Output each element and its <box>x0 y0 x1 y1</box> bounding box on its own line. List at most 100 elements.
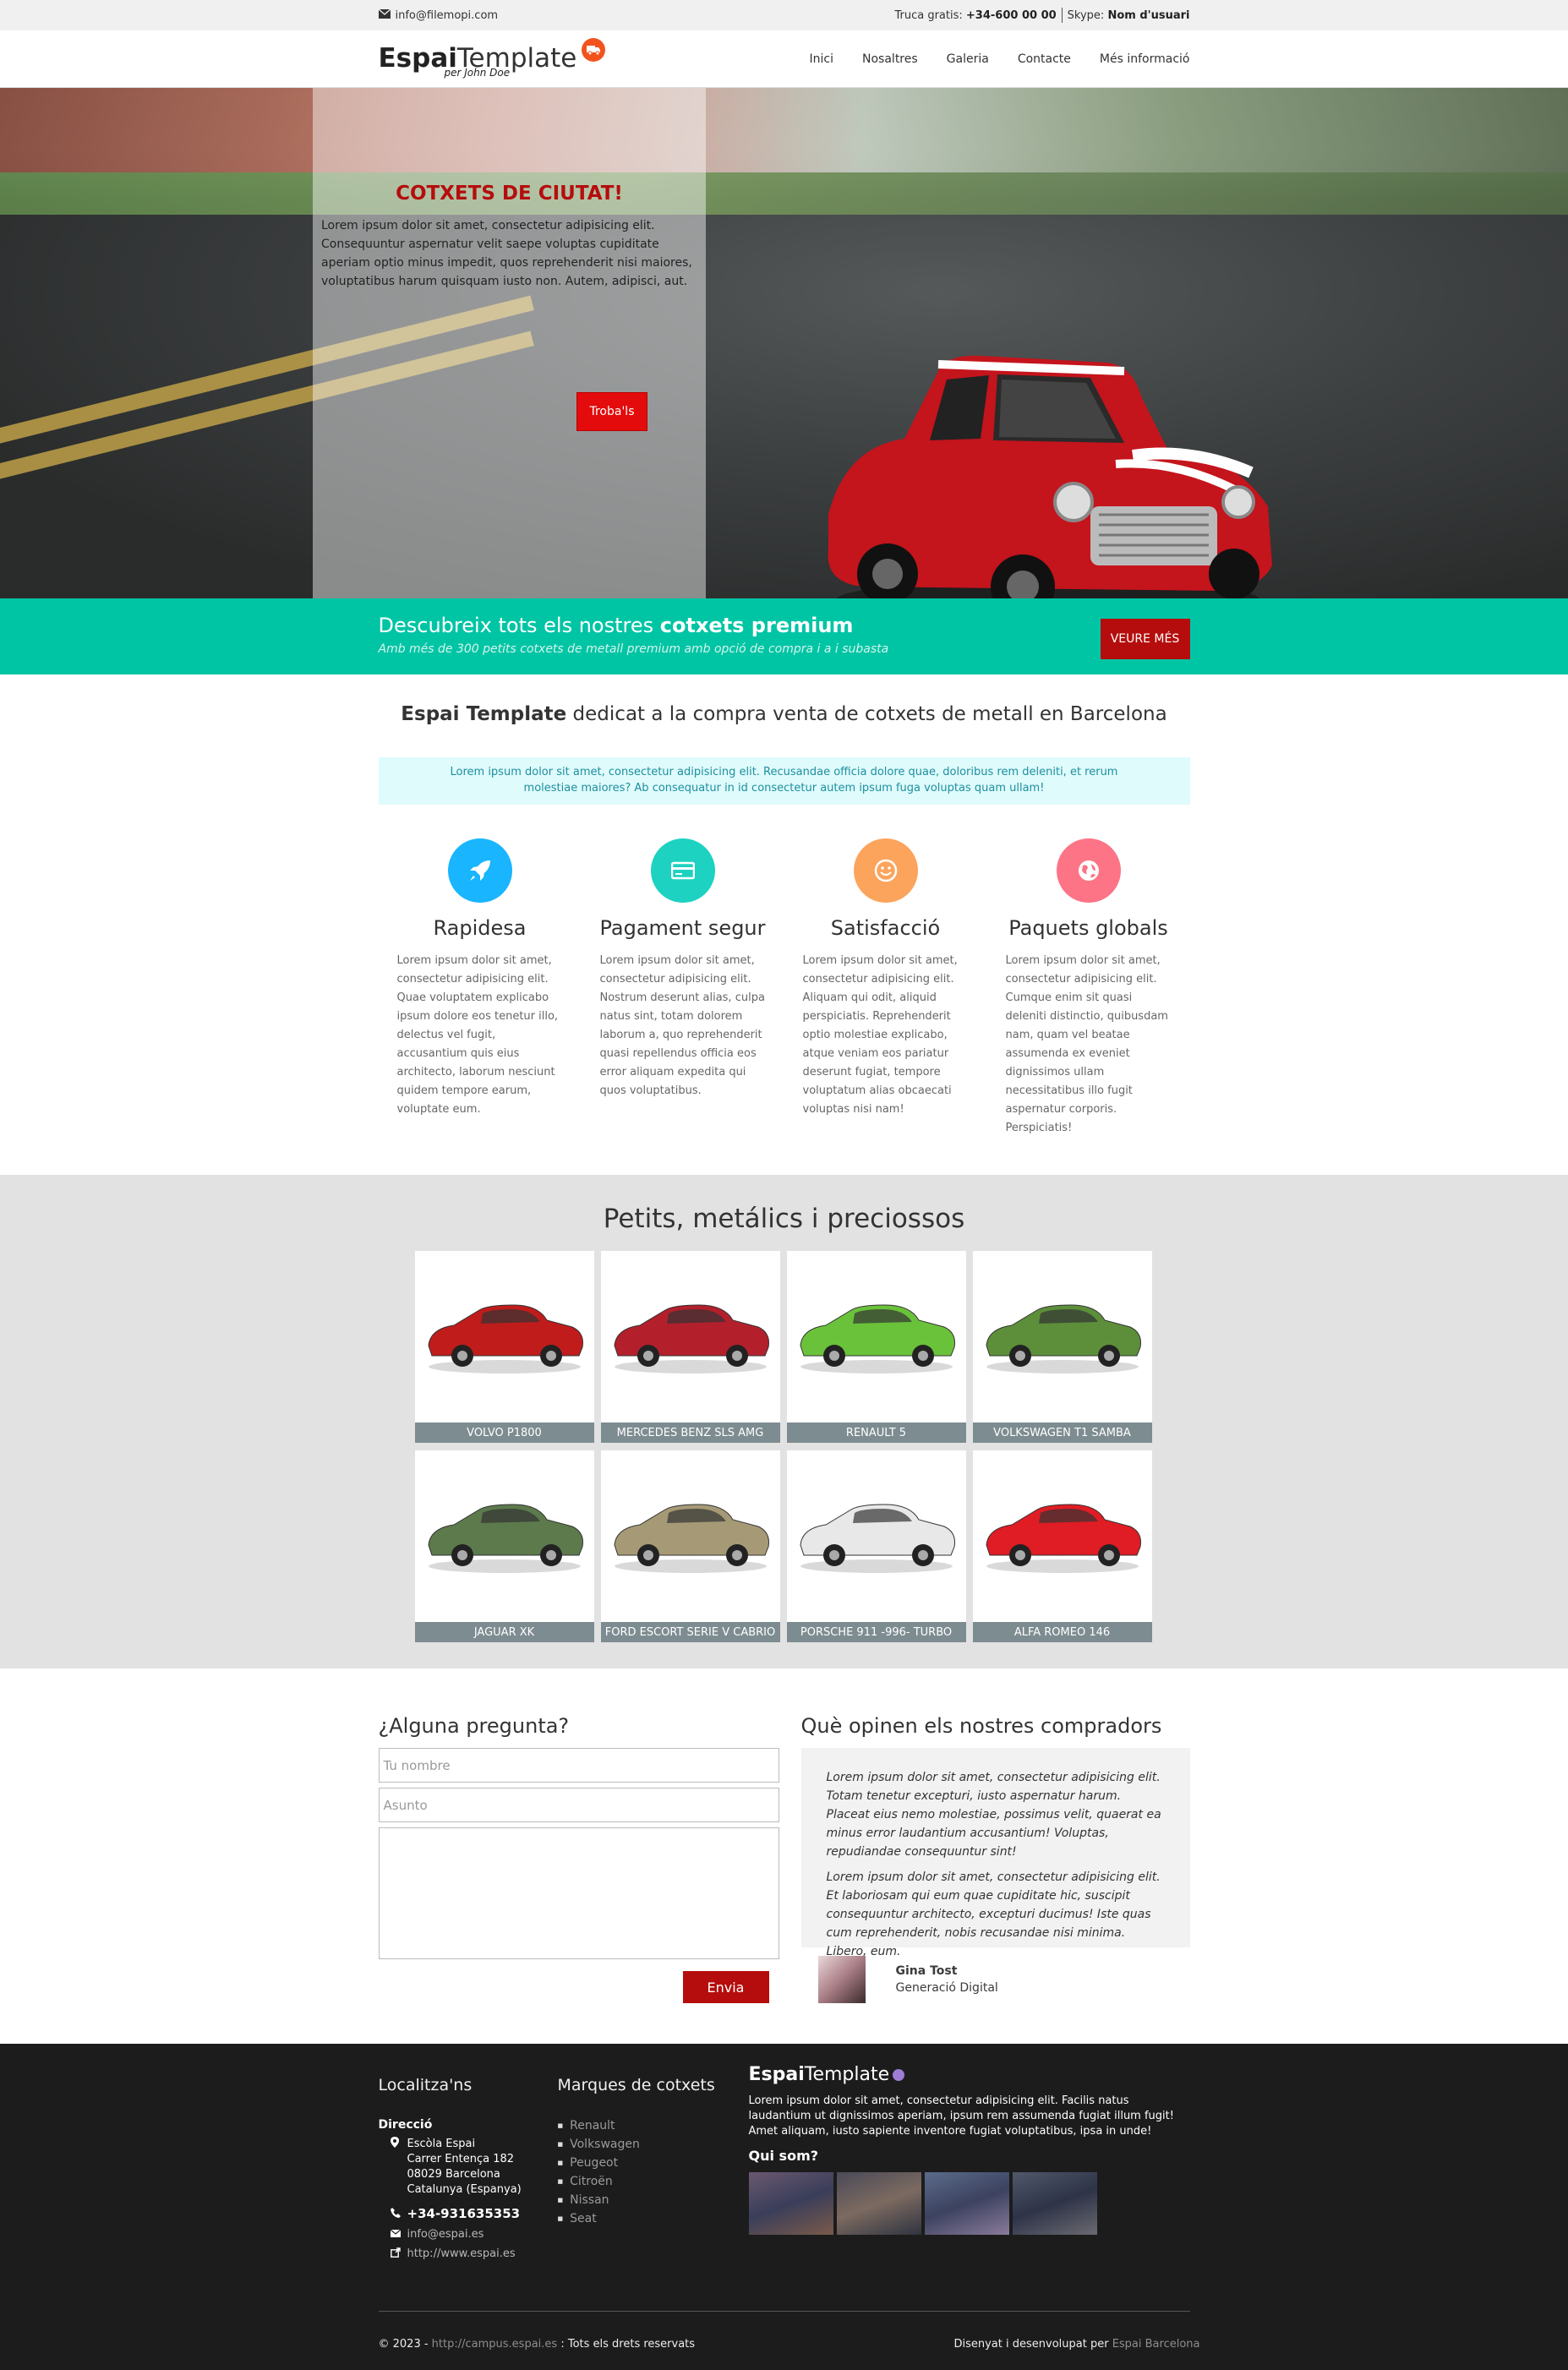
top-email-link[interactable]: info@filemopi.com <box>396 9 499 22</box>
gallery-item[interactable]: VOLKSWAGEN T1 SAMBA <box>972 1251 1152 1443</box>
send-button[interactable]: Envia <box>682 1971 769 2003</box>
footer-location: Localitza'ns Direcció Escòla Espai Carre… <box>379 2076 548 2261</box>
message-textarea[interactable] <box>378 1827 779 1959</box>
feature-text: Lorem ipsum dolor sit amet, consectetur … <box>1005 954 1168 1134</box>
address-line: 08029 Barcelona <box>407 2168 500 2181</box>
hero-background-houses <box>0 88 1568 172</box>
feature-title: Satisfacció <box>830 916 941 940</box>
testimonials-title: Què opinen els nostres compradors <box>800 1714 1162 1738</box>
nav-item-nosaltres[interactable]: Nosaltres <box>862 52 918 66</box>
address-label: Direcció <box>378 2118 433 2132</box>
feature-title: Paquets globals <box>1008 916 1168 940</box>
skype-label: Skype: <box>1067 8 1105 22</box>
name-input[interactable]: Tu nombre <box>378 1748 779 1783</box>
car-image <box>985 1304 1141 1373</box>
espai-barcelona-link[interactable]: Espai Barcelona <box>1112 2338 1200 2351</box>
author-name: Gina Tost <box>895 1964 958 1978</box>
car-image <box>985 1504 1141 1573</box>
premium-title: Descubreix tots els nostres cotxets prem… <box>379 614 854 637</box>
car-image <box>427 1304 583 1373</box>
copyright: © 2023 - http://campus.espai.es : Tots e… <box>379 2338 696 2351</box>
team-photo[interactable] <box>748 2172 833 2235</box>
address-line: Carrer Entença 182 <box>407 2153 515 2165</box>
site-footer: Localitza'ns Direcció Escòla Espai Carre… <box>0 2044 1568 2370</box>
truck-icon <box>582 38 606 62</box>
envelope-icon <box>390 2228 401 2241</box>
premium-title-bold: cotxets premium <box>659 614 854 637</box>
contact-title: ¿Alguna pregunta? <box>378 1714 570 1738</box>
nav-item-mes-informacio[interactable]: Més informació <box>1100 52 1190 66</box>
team-photo[interactable] <box>924 2172 1009 2235</box>
brand-link[interactable]: Volkswagen <box>558 2135 727 2154</box>
phone-icon <box>390 2206 401 2221</box>
gallery-item-label: JAGUAR XK <box>414 1622 594 1642</box>
brand-link[interactable]: Seat <box>558 2209 727 2228</box>
quote-paragraph: Lorem ipsum dolor sit amet, consectetur … <box>826 1870 1161 1958</box>
address-line: Catalunya (Espanya) <box>407 2183 522 2196</box>
hero-text: Lorem ipsum dolor sit amet, consectetur … <box>321 219 692 288</box>
footer-phone: +34-931635353 <box>407 2206 521 2221</box>
gallery-item-label: FORD ESCORT SERIE V CABRIO <box>600 1622 780 1642</box>
see-more-button[interactable]: VEURE MÉS <box>1100 619 1190 659</box>
intro-section: Espai Template dedicat a la compra venta… <box>0 674 1568 1138</box>
gallery-item[interactable]: FORD ESCORT SERIE V CABRIO <box>600 1450 780 1642</box>
avatar <box>817 1956 866 2003</box>
gallery-grid: VOLVO P1800 MERCEDES BENZ SLS AMG RENAULT … <box>414 1251 1154 1642</box>
external-link-icon <box>390 2247 401 2261</box>
features-list: Rapidesa Lorem ipsum dolor sit amet, con… <box>379 838 1190 1138</box>
top-phone: +34-600 00 00 <box>965 8 1057 22</box>
car-image <box>799 1304 955 1373</box>
premium-title-start: Descubreix tots els nostres <box>378 614 660 637</box>
team-photo[interactable] <box>1012 2172 1097 2235</box>
brand-link[interactable]: Citroën <box>558 2172 727 2191</box>
footer-web-link[interactable]: http://www.espai.es <box>407 2247 516 2261</box>
team-photo[interactable] <box>836 2172 921 2235</box>
gallery-item-label: MERCEDES BENZ SLS AMG <box>600 1423 780 1443</box>
brand-link[interactable]: Renault <box>558 2116 727 2135</box>
divider <box>1061 8 1063 23</box>
campus-link[interactable]: http://campus.espai.es <box>432 2338 558 2351</box>
quote-paragraph: Lorem ipsum dolor sit amet, consectetur … <box>826 1771 1161 1859</box>
feature-rapidesa: Rapidesa Lorem ipsum dolor sit amet, con… <box>387 838 573 1138</box>
car-image <box>613 1304 769 1373</box>
premium-subtitle: Amb més de 300 petits cotxets de metall … <box>378 642 889 656</box>
brand-link[interactable]: Peugeot <box>558 2154 727 2172</box>
main-nav: Inici Nosaltres Galeria Contacte Més inf… <box>810 52 1190 66</box>
site-logo[interactable]: EspaiTemplate per John Doe <box>379 38 606 79</box>
hero-caption-panel <box>313 88 706 598</box>
nav-item-inici[interactable]: Inici <box>810 52 833 66</box>
footer-heading: Marques de cotxets <box>557 2076 715 2094</box>
address-line: Escòla Espai <box>407 2138 476 2150</box>
gallery-item-label: VOLKSWAGEN T1 SAMBA <box>972 1423 1152 1443</box>
find-them-button[interactable]: Troba'ls <box>576 392 647 431</box>
smile-icon <box>853 838 918 903</box>
feature-title: Pagament segur <box>599 916 766 940</box>
intro-note: Lorem ipsum dolor sit amet, consectetur … <box>378 757 1190 805</box>
footer-email-link[interactable]: info@espai.es <box>407 2228 484 2241</box>
copyright-suffix: : Tots els drets reservats <box>557 2338 696 2351</box>
nav-item-galeria[interactable]: Galeria <box>947 52 989 66</box>
gallery-item[interactable]: VOLVO P1800 <box>414 1251 594 1443</box>
author-role: Generació Digital <box>895 1981 998 1995</box>
nav-item-contacte[interactable]: Contacte <box>1018 52 1071 66</box>
gallery-item[interactable]: MERCEDES BENZ SLS AMG <box>600 1251 780 1443</box>
envelope-icon <box>378 8 391 22</box>
footer-logo-bold: Espai <box>748 2064 805 2085</box>
footer-logo: EspaiTemplate <box>749 2064 1190 2085</box>
testimonial-quote: Lorem ipsum dolor sit amet, consectetur … <box>800 1748 1190 1958</box>
footer-about: EspaiTemplate Lorem ipsum dolor sit amet… <box>748 2064 1190 2235</box>
intro-heading-rest: dedicat a la compra venta de cotxets de … <box>566 703 1167 725</box>
gallery-title: Petits, metálics i preciossos <box>603 1204 965 1234</box>
gallery-item[interactable]: ALFA ROMEO 146 <box>972 1450 1152 1642</box>
gallery-item-label: RENAULT 5 <box>786 1423 966 1443</box>
subject-input[interactable]: Asunto <box>378 1788 779 1822</box>
contact-section: ¿Alguna pregunta? Tu nombre Asunto Envia… <box>0 1668 1568 2037</box>
gallery-item[interactable]: PORSCHE 911 -996- TURBO <box>786 1450 966 1642</box>
gallery-item[interactable]: JAGUAR XK <box>414 1450 594 1642</box>
gallery-item[interactable]: RENAULT 5 <box>786 1251 966 1443</box>
brand-link[interactable]: Nissan <box>558 2191 727 2209</box>
intro-heading: Espai Template dedicat a la compra venta… <box>0 703 1568 725</box>
globe-icon <box>1056 838 1121 903</box>
who-we-are-title: Qui som? <box>748 2148 819 2164</box>
gallery-item-label: VOLVO P1800 <box>414 1423 594 1443</box>
